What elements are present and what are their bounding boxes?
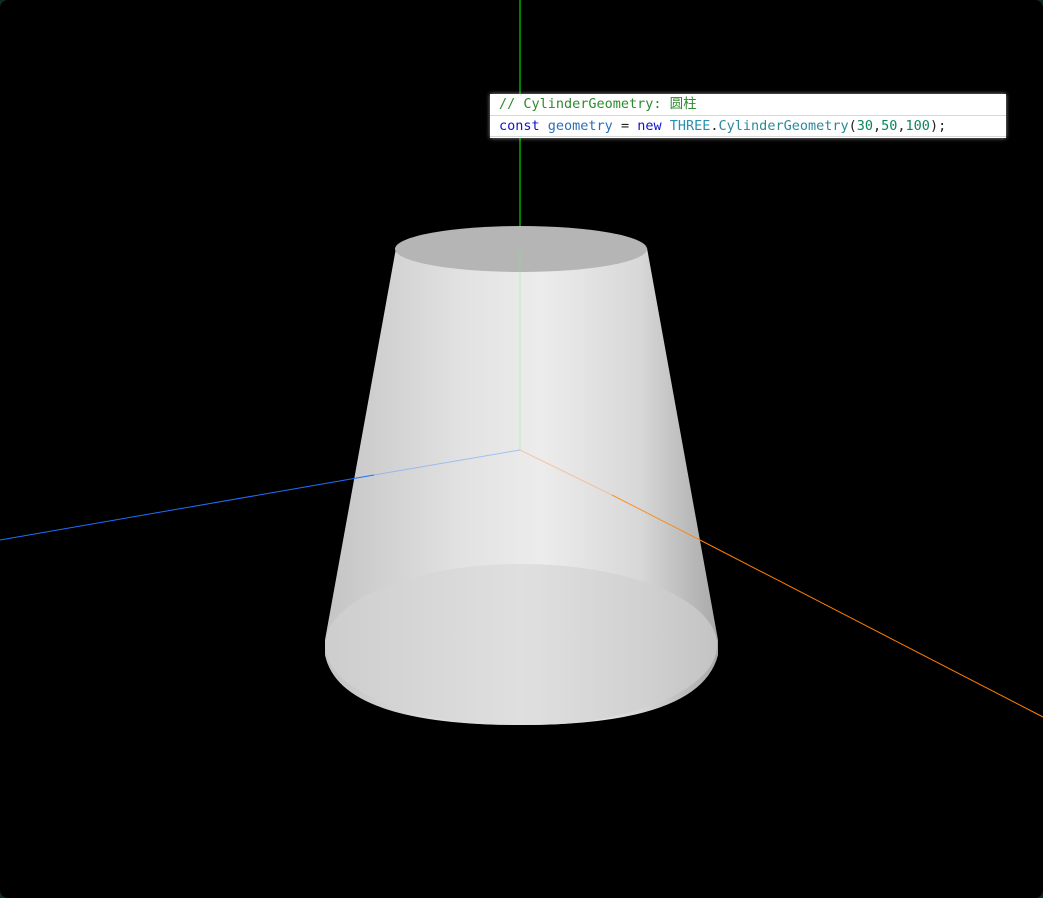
cylinder-top-cap (395, 226, 647, 272)
threejs-viewport[interactable]: // CylinderGeometry: 圆柱 const geometry =… (0, 0, 1043, 898)
namespace-three: THREE (669, 118, 711, 134)
equals-sign: = (620, 118, 630, 134)
class-cylinder-geometry: CylinderGeometry (718, 118, 849, 134)
dot-operator: . (710, 118, 719, 134)
arg-radius-bottom: 50 (881, 118, 898, 134)
code-snippet-panel: // CylinderGeometry: 圆柱 const geometry =… (490, 94, 1006, 138)
open-paren: ( (848, 118, 857, 134)
keyword-new: new (637, 118, 662, 134)
comma-2: , (897, 118, 906, 134)
cylinder-bottom-cap (325, 564, 717, 725)
arg-radius-top: 30 (856, 118, 873, 134)
code-comment: // CylinderGeometry: 圆柱 (499, 96, 697, 112)
variable-geometry: geometry (547, 118, 613, 134)
close-paren-semicolon: ); (929, 118, 947, 134)
x-axis-line-outer (699, 539, 1043, 718)
code-comment-line: // CylinderGeometry: 圆柱 (490, 94, 1006, 115)
z-axis-line-outer (0, 474, 375, 541)
keyword-const: const (499, 118, 540, 134)
arg-height: 100 (905, 118, 930, 134)
code-statement-line: const geometry = new THREE.CylinderGeome… (490, 115, 1006, 137)
comma-1: , (873, 118, 882, 134)
